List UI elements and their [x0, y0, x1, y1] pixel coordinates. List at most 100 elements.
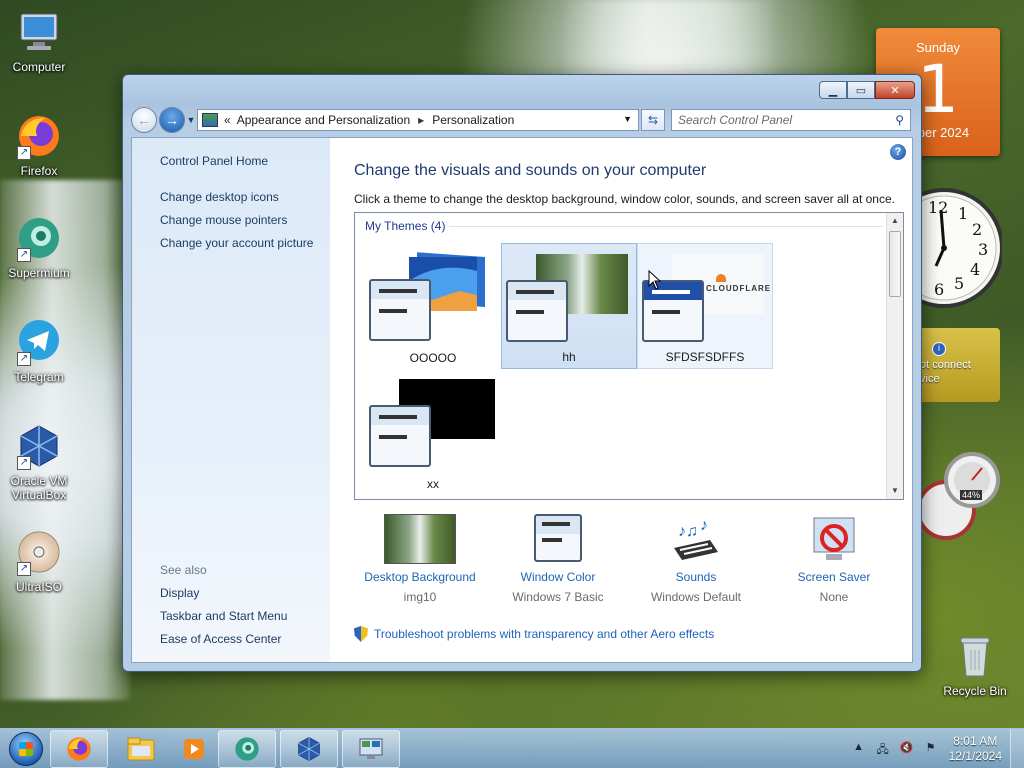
personalization-window[interactable]: ▁ ▭ ✕ ← → ▼ « Appearance and Personaliza… — [122, 74, 922, 672]
shortcut-arrow-icon: ↗ — [17, 248, 31, 262]
clock-numeral-6: 6 — [934, 280, 945, 299]
address-bar[interactable]: « Appearance and Personalization ▸ Perso… — [197, 109, 639, 131]
back-button[interactable]: ← — [131, 107, 157, 133]
network-icon[interactable]: 🖧 — [875, 741, 891, 757]
volume-muted-icon[interactable]: 🔇 — [899, 741, 915, 757]
taskbar-control-panel[interactable] — [342, 729, 400, 768]
desktop-icon-virtualbox[interactable]: ↗ Oracle VM VirtualBox — [0, 422, 78, 502]
theme-list[interactable]: My Themes (4) OOOOO hh CLOUDFLARE SFDSFS… — [354, 212, 904, 500]
desktop-icon-ultraiso[interactable]: ↗ UltraISO — [0, 528, 78, 594]
svg-text:♪: ♪ — [700, 517, 708, 534]
breadcrumb-appearance[interactable]: Appearance and Personalization — [237, 113, 410, 127]
theme-item-xx[interactable]: xx — [365, 369, 501, 495]
sounds-icon: ♪♫ ♪ — [670, 514, 722, 564]
supermium-icon: ↗ — [15, 214, 63, 262]
desktop-icon-supermium[interactable]: ↗ Supermium — [0, 214, 78, 280]
info-icon: i — [932, 342, 946, 356]
taskbar-virtualbox[interactable] — [280, 729, 338, 768]
breadcrumb-personalization[interactable]: Personalization — [432, 113, 514, 127]
clock-numeral-12: 12 — [928, 198, 949, 217]
windows-logo-icon — [9, 731, 43, 766]
desktop-background-setting[interactable]: Desktop Background img10 — [352, 514, 488, 604]
taskbar-media-player[interactable] — [174, 730, 214, 768]
control-panel-icon — [359, 738, 383, 759]
desktop-background-icon — [384, 514, 456, 564]
desktop-icon-computer[interactable]: Computer — [0, 8, 78, 74]
firefox-icon: ↗ — [15, 112, 63, 160]
desktop-icon-telegram[interactable]: ↗ Telegram — [0, 318, 78, 384]
control-panel-icon — [202, 113, 218, 127]
computer-icon — [15, 8, 63, 56]
show-desktop-button[interactable] — [1010, 729, 1024, 768]
screen-saver-icon — [810, 514, 858, 564]
folder-icon — [127, 737, 155, 760]
page-title: Change the visuals and sounds on your co… — [354, 162, 707, 179]
window-color-icon — [506, 280, 568, 342]
taskbar-start-menu-link[interactable]: Taskbar and Start Menu — [160, 609, 287, 623]
firefox-icon — [67, 736, 91, 761]
sounds-setting[interactable]: ♪♫ ♪ Sounds Windows Default — [628, 514, 764, 604]
taskbar-date: 12/1/2024 — [948, 749, 1002, 763]
address-dropdown-icon[interactable]: ▼ — [623, 114, 632, 124]
virtualbox-icon: ↗ — [15, 422, 63, 470]
refresh-button[interactable]: ⇆ — [641, 109, 665, 131]
forward-button[interactable]: → — [159, 107, 185, 133]
display-link[interactable]: Display — [160, 586, 199, 600]
troubleshoot-link[interactable]: Troubleshoot problems with transparency … — [354, 626, 714, 642]
maximize-button[interactable]: ▭ — [847, 81, 875, 99]
recycle-bin-icon — [951, 632, 999, 680]
theme-group-header[interactable]: My Themes (4) — [365, 219, 445, 233]
control-panel-home-link[interactable]: Control Panel Home — [160, 154, 268, 168]
desktop-icon-recycle-bin[interactable]: Recycle Bin — [936, 632, 1014, 698]
page-description: Click a theme to change the desktop back… — [354, 192, 895, 206]
change-account-picture-link[interactable]: Change your account picture — [160, 236, 313, 250]
theme-item-sfdsfsdffs[interactable]: CLOUDFLARE SFDSFSDFFS — [637, 243, 773, 369]
ease-of-access-link[interactable]: Ease of Access Center — [160, 632, 281, 646]
screen-saver-setting[interactable]: Screen Saver None — [766, 514, 902, 604]
action-center-flag-icon[interactable]: ⚑ — [923, 741, 939, 757]
theme-item-ooooo[interactable]: OOOOO — [365, 243, 501, 369]
window-color-setting[interactable]: Window Color Windows 7 Basic — [490, 514, 626, 604]
svg-text:♪♫: ♪♫ — [678, 523, 698, 540]
virtualbox-icon — [298, 736, 320, 761]
weather-status: ot connect vice — [920, 359, 971, 385]
taskbar-clock[interactable]: 8:01 AM 12/1/2024 — [949, 734, 1002, 764]
close-button[interactable]: ✕ — [875, 81, 915, 99]
taskbar-supermium[interactable] — [218, 729, 276, 768]
scroll-up-icon[interactable]: ▲ — [887, 213, 903, 229]
change-desktop-icons-link[interactable]: Change desktop icons — [160, 190, 279, 204]
task-pane: Control Panel Home Change desktop icons … — [132, 138, 330, 662]
shortcut-arrow-icon: ↗ — [17, 352, 31, 366]
scroll-thumb[interactable] — [889, 231, 901, 297]
back-arrow-icon: ← — [137, 112, 151, 128]
scroll-down-icon[interactable]: ▼ — [887, 483, 903, 499]
change-mouse-pointers-link[interactable]: Change mouse pointers — [160, 213, 287, 227]
help-icon[interactable]: ? — [890, 144, 906, 160]
clock-numeral-1: 1 — [958, 204, 969, 223]
taskbar: ▲ 🖧 🔇 ⚑ 8:01 AM 12/1/2024 — [0, 728, 1024, 768]
supermium-icon — [235, 736, 259, 761]
theme-list-scrollbar[interactable]: ▲ ▼ — [886, 213, 903, 499]
theme-item-hh[interactable]: hh — [501, 243, 637, 369]
show-hidden-icons-icon[interactable]: ▲ — [851, 741, 867, 757]
clock-numeral-5: 5 — [954, 274, 965, 293]
clock-numeral-4: 4 — [970, 260, 981, 279]
telegram-icon: ↗ — [15, 318, 63, 366]
cpu-meter-gadget[interactable]: 44% — [916, 450, 1000, 540]
search-icon[interactable]: ⚲ — [895, 113, 904, 127]
forward-arrow-icon: → — [165, 112, 179, 128]
search-input[interactable]: Search Control Panel ⚲ — [671, 109, 911, 131]
taskbar-firefox[interactable] — [50, 729, 108, 768]
breadcrumb-overflow[interactable]: « — [224, 113, 231, 127]
shortcut-arrow-icon: ↗ — [17, 456, 31, 470]
minimize-button[interactable]: ▁ — [819, 81, 847, 99]
group-divider — [449, 226, 883, 227]
desktop-icon-firefox[interactable]: ↗ Firefox — [0, 112, 78, 178]
disc-icon: ↗ — [15, 528, 63, 576]
breadcrumb-separator-icon[interactable]: ▸ — [418, 113, 424, 127]
start-button[interactable] — [6, 729, 46, 768]
window-color-icon — [369, 405, 431, 467]
weather-gadget[interactable]: i ot connect vice — [918, 328, 1000, 402]
taskbar-explorer[interactable] — [112, 730, 170, 768]
recent-pages-dropdown[interactable]: ▼ — [185, 115, 197, 125]
